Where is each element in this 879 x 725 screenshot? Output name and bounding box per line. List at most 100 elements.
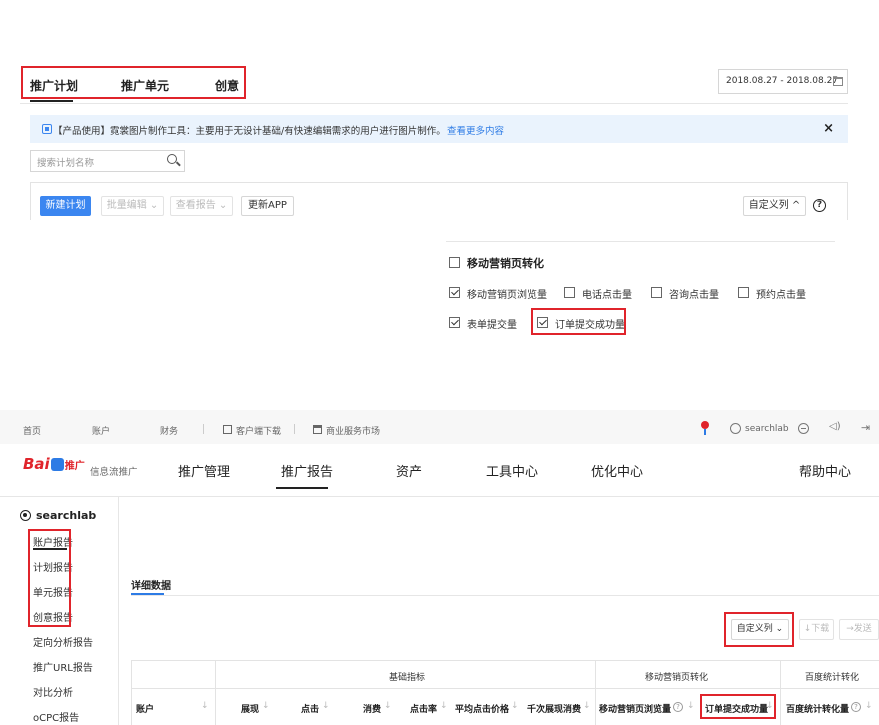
send-button[interactable]: →发送 [839, 619, 879, 640]
calendar-icon [833, 77, 843, 86]
nav-optimization-center[interactable]: 优化中心 [591, 461, 643, 480]
option-checkbox[interactable] [564, 287, 575, 298]
nav-promotion-report[interactable]: 推广报告 [281, 461, 333, 480]
group-header-mobile: 移动营销页转化 [645, 673, 709, 683]
custom-columns-button[interactable]: 自定义列 ^ [743, 196, 806, 216]
option-label: 咨询点击量 [669, 290, 719, 301]
notice-bar: 【产品使用】霓裳图片制作工具：主要用于无设计基础/有快速编辑需求的用户进行图片制… [30, 115, 848, 143]
sidebar-item-ocpc-report[interactable]: oCPC报告 [33, 709, 79, 724]
option-checkbox[interactable] [738, 287, 749, 298]
col-header-cost[interactable]: 消费 [363, 702, 381, 715]
dropdown-top-border [446, 241, 835, 242]
close-icon[interactable]: × [823, 121, 834, 136]
highlight-order-option [531, 308, 626, 335]
help-icon[interactable]: ? [813, 199, 826, 212]
nav-business-market[interactable]: 商业服务市场 [326, 424, 380, 437]
col-divider [780, 660, 781, 725]
active-tab-indicator [30, 100, 73, 102]
chevron-down-icon: ⌄ [218, 200, 228, 211]
sidebar-item-targeting-report[interactable]: 定向分析报告 [33, 634, 93, 649]
nav-separator [203, 424, 204, 434]
option-label: 表单提交量 [467, 320, 517, 331]
table-header-divider [131, 688, 879, 689]
view-report-button[interactable]: 查看报告 ⌄ [170, 196, 233, 216]
update-app-button[interactable]: 更新APP [241, 196, 294, 216]
view-report-label: 查看报告 [175, 200, 216, 211]
help-icon[interactable]: ? [673, 702, 683, 712]
highlight-order-column [700, 694, 776, 719]
option-checkbox[interactable] [449, 317, 460, 328]
nav-assets[interactable]: 资产 [396, 461, 422, 480]
minus-circle-icon[interactable] [798, 423, 809, 434]
nav-finance[interactable]: 财务 [160, 424, 178, 437]
option-label: 移动营销页浏览量 [467, 290, 547, 301]
nav-home[interactable]: 首页 [23, 424, 41, 437]
user-name[interactable]: searchlab [745, 424, 789, 434]
baidu-logo[interactable]: Bai 推广 [23, 455, 85, 473]
search-icon[interactable] [167, 154, 181, 167]
notice-text: 【产品使用】霓裳图片制作工具：主要用于无设计基础/有快速编辑需求的用户进行图片制… [53, 126, 446, 137]
sort-arrow-icon[interactable]: ↓ [262, 701, 270, 711]
user-icon [730, 423, 741, 434]
product-name: 信息流推广 [90, 467, 138, 478]
col-header-impressions[interactable]: 展现 [241, 702, 259, 715]
search-placeholder: 搜索计划名称 [37, 158, 95, 169]
batch-edit-button[interactable]: 批量编辑 ⌄ [101, 196, 164, 216]
active-nav-indicator [276, 487, 328, 489]
col-header-ctr[interactable]: 点击率 [410, 702, 437, 715]
sort-arrow-icon[interactable]: ↓ [440, 701, 448, 711]
notification-icon-stem [704, 429, 706, 435]
option-checkbox[interactable] [651, 287, 662, 298]
sort-arrow-icon[interactable]: ↓ [201, 701, 209, 711]
sidebar-item-url-report[interactable]: 推广URL报告 [33, 659, 93, 674]
store-icon [313, 425, 322, 434]
group-checkbox[interactable] [449, 257, 460, 268]
col-header-cpm[interactable]: 千次展现消费 [527, 702, 581, 715]
chevron-down-icon: ⌄ [149, 200, 159, 211]
group-label: 移动营销页转化 [467, 257, 544, 270]
nav-tool-center[interactable]: 工具中心 [486, 461, 538, 480]
option-checkbox[interactable] [449, 287, 460, 298]
nav-help-center[interactable]: 帮助中心 [799, 461, 851, 480]
logout-icon[interactable]: ⇥ [861, 421, 870, 434]
col-header-baidu-conversions[interactable]: 百度统计转化量 [786, 702, 849, 715]
nav-promotion-management[interactable]: 推广管理 [178, 461, 230, 480]
col-divider [215, 660, 216, 725]
date-range-picker[interactable]: 2018.08.27 - 2018.08.27 [718, 69, 848, 94]
sort-arrow-icon[interactable]: ↓ [687, 701, 695, 711]
sidebar-account-name[interactable]: searchlab [36, 509, 96, 522]
info-icon [42, 124, 52, 134]
grid-icon [223, 425, 232, 434]
notification-icon[interactable] [701, 421, 709, 429]
speaker-icon[interactable]: ◁) [829, 421, 841, 432]
nav-client-download[interactable]: 客户端下载 [236, 424, 281, 437]
sort-arrow-icon[interactable]: ↓ [511, 701, 519, 711]
group-header-baidu-stats: 百度统计转化 [805, 673, 860, 683]
col-header-mobile-pv[interactable]: 移动营销页浏览量 [599, 702, 671, 715]
paw-icon [50, 458, 64, 471]
download-button[interactable]: ↓下载 [799, 619, 834, 640]
tabs-divider [20, 103, 848, 104]
batch-edit-label: 批量编辑 [106, 200, 147, 211]
sort-arrow-icon[interactable]: ↓ [583, 701, 591, 711]
col-header-account[interactable]: 账户 [136, 702, 154, 715]
help-icon[interactable]: ? [851, 702, 861, 712]
sort-arrow-icon[interactable]: ↓ [865, 701, 873, 711]
download-label: 下载 [811, 624, 830, 634]
notice-link[interactable]: 查看更多内容 [447, 123, 504, 137]
new-plan-button[interactable]: 新建计划 [40, 196, 91, 216]
chevron-up-icon: ^ [791, 200, 801, 211]
col-header-clicks[interactable]: 点击 [301, 702, 319, 715]
sidebar-divider [118, 497, 119, 725]
section-title: 详细数据 [131, 581, 171, 592]
col-header-avg-cpc[interactable]: 平均点击价格 [455, 702, 509, 715]
sort-arrow-icon[interactable]: ↓ [384, 701, 392, 711]
search-plan-input[interactable]: 搜索计划名称 [30, 150, 185, 172]
highlight-report-list [28, 529, 71, 627]
sidebar-item-compare[interactable]: 对比分析 [33, 684, 73, 699]
option-label: 电话点击量 [582, 290, 632, 301]
nav-account[interactable]: 账户 [92, 424, 110, 437]
sort-arrow-icon[interactable]: ↓ [322, 701, 330, 711]
account-icon [20, 510, 31, 521]
option-label: 预约点击量 [756, 290, 806, 301]
